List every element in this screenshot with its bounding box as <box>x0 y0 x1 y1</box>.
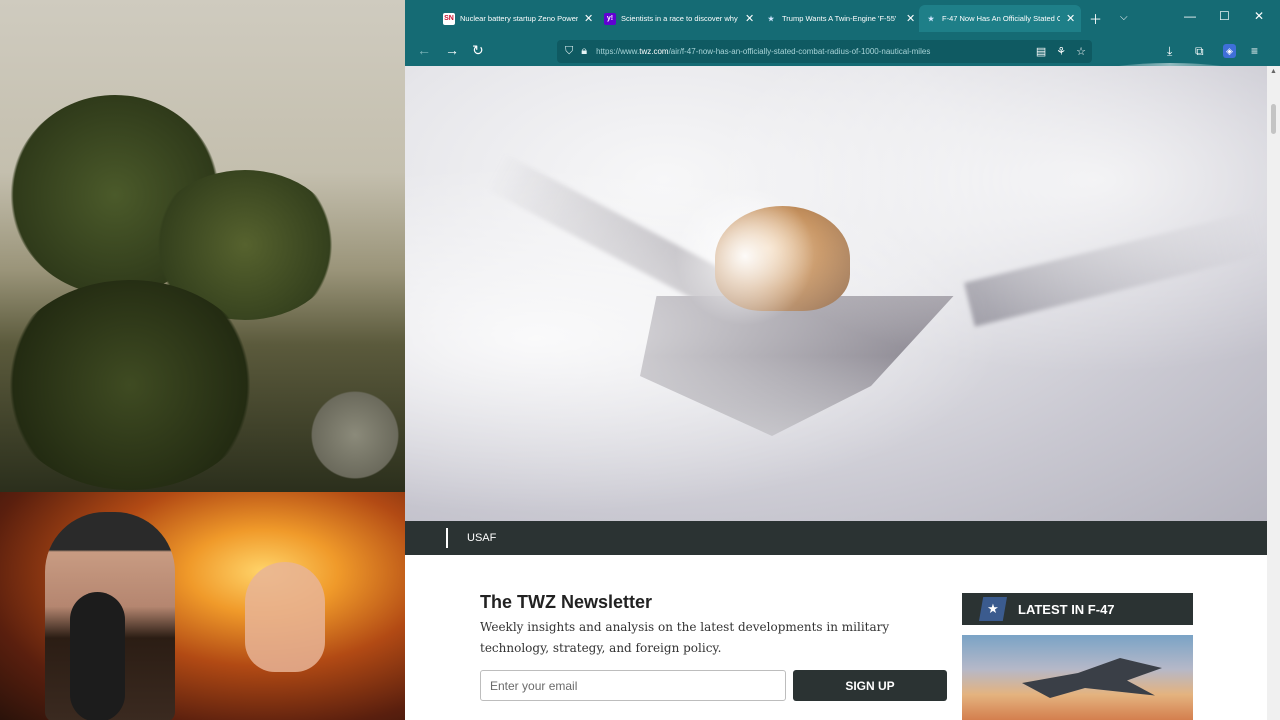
tab-list-chevron-icon[interactable]: ⌵ <box>1120 12 1128 23</box>
bookmark-star-icon[interactable]: ☆ <box>1076 45 1086 58</box>
password-manager-icon[interactable]: ◈ <box>1223 44 1236 58</box>
hero-image <box>405 66 1267 521</box>
tab-title: Scientists in a race to discover why <box>621 14 738 23</box>
window-close-icon[interactable]: ✕ <box>1254 9 1264 23</box>
streamer-hand <box>245 562 325 672</box>
maximize-icon[interactable]: ☐ <box>1219 9 1230 23</box>
image-credit-bar: USAF <box>405 521 1267 555</box>
scroll-up-icon[interactable]: ▲ <box>1270 68 1277 75</box>
tab-favicon: y! <box>604 12 616 25</box>
shield-icon[interactable]: ⛉ <box>565 45 573 58</box>
menu-icon[interactable]: ≡ <box>1251 44 1258 58</box>
tab-favicon: ★ <box>767 15 775 23</box>
permissions-icon[interactable]: ⚘ <box>1056 45 1066 58</box>
tab-title: F-47 Now Has An Officially Stated C <box>942 14 1060 23</box>
close-icon[interactable]: ✕ <box>906 12 915 25</box>
newsletter-title: The TWZ Newsletter <box>480 592 653 612</box>
latest-label: LATEST IN F-47 <box>1018 601 1115 617</box>
image-credit: USAF <box>467 532 497 544</box>
url-domain: twz.com <box>639 47 669 56</box>
tab-favicon: SN <box>443 12 455 25</box>
fighter-jet-image <box>1022 658 1162 698</box>
close-icon[interactable]: ✕ <box>745 12 754 25</box>
web-page: USAF The TWZ Newsletter Weekly insights … <box>405 66 1267 720</box>
newsletter-section: The TWZ Newsletter Weekly insights and a… <box>480 592 950 659</box>
tab-scientists[interactable]: y! Scientists in a race to discover why … <box>604 5 754 32</box>
microphone <box>70 592 125 720</box>
sign-up-button[interactable]: SIGN UP <box>793 670 947 701</box>
webcam-feed <box>0 492 405 720</box>
close-icon[interactable]: ✕ <box>1066 12 1075 25</box>
navigation-bar: ← → ↻ ⛉ 🔒︎ https://www.twz.com/air/f-47-… <box>405 37 1280 85</box>
url-path: /air/f-47-now-has-an-officially-stated-c… <box>668 47 931 56</box>
star-icon: ★ <box>979 597 1007 621</box>
scrollbar[interactable]: ▲ <box>1267 66 1280 720</box>
scroll-thumb[interactable] <box>1271 104 1276 134</box>
new-tab-icon[interactable]: ＋ <box>1089 9 1102 28</box>
tab-zeno-power[interactable]: SN Nuclear battery startup Zeno Power ✕ <box>443 5 593 32</box>
url-prefix: https://www. <box>596 47 640 56</box>
tab-favicon: ★ <box>927 15 935 23</box>
latest-article-image[interactable] <box>962 635 1193 720</box>
lock-icon[interactable]: 🔒︎ <box>581 45 587 58</box>
close-icon[interactable]: ✕ <box>584 12 593 25</box>
newsletter-description: Weekly insights and analysis on the late… <box>480 620 890 655</box>
address-bar[interactable]: ⛉ 🔒︎ https://www.twz.com/air/f-47-now-ha… <box>557 40 1092 63</box>
tab-title: Trump Wants A Twin-Engine 'F-55' <box>782 14 897 23</box>
reload-icon[interactable]: ↻ <box>472 42 484 59</box>
tab-f47-active[interactable]: ★ F-47 Now Has An Officially Stated C ✕ <box>919 5 1082 32</box>
browser-window: SN Nuclear battery startup Zeno Power ✕ … <box>405 0 1280 720</box>
forward-arrow-icon[interactable]: → <box>445 42 459 58</box>
background-painting <box>0 0 405 492</box>
latest-header: ★ LATEST IN F-47 <box>962 593 1193 625</box>
tab-strip: SN Nuclear battery startup Zeno Power ✕ … <box>405 0 1280 37</box>
tab-title: Nuclear battery startup Zeno Power <box>460 14 578 23</box>
reader-view-icon[interactable]: ▤ <box>1036 45 1046 58</box>
tab-trump-f55[interactable]: ★ Trump Wants A Twin-Engine 'F-55' ✕ <box>765 5 915 32</box>
minimize-icon[interactable]: — <box>1184 9 1196 23</box>
email-input[interactable] <box>480 670 786 701</box>
extensions-icon[interactable]: ⧉ <box>1195 44 1204 59</box>
back-arrow-icon[interactable]: ← <box>417 42 431 58</box>
downloads-icon[interactable]: ⤓ <box>1167 44 1172 59</box>
url-text[interactable]: https://www.twz.com/air/f-47-now-has-an-… <box>596 47 930 56</box>
